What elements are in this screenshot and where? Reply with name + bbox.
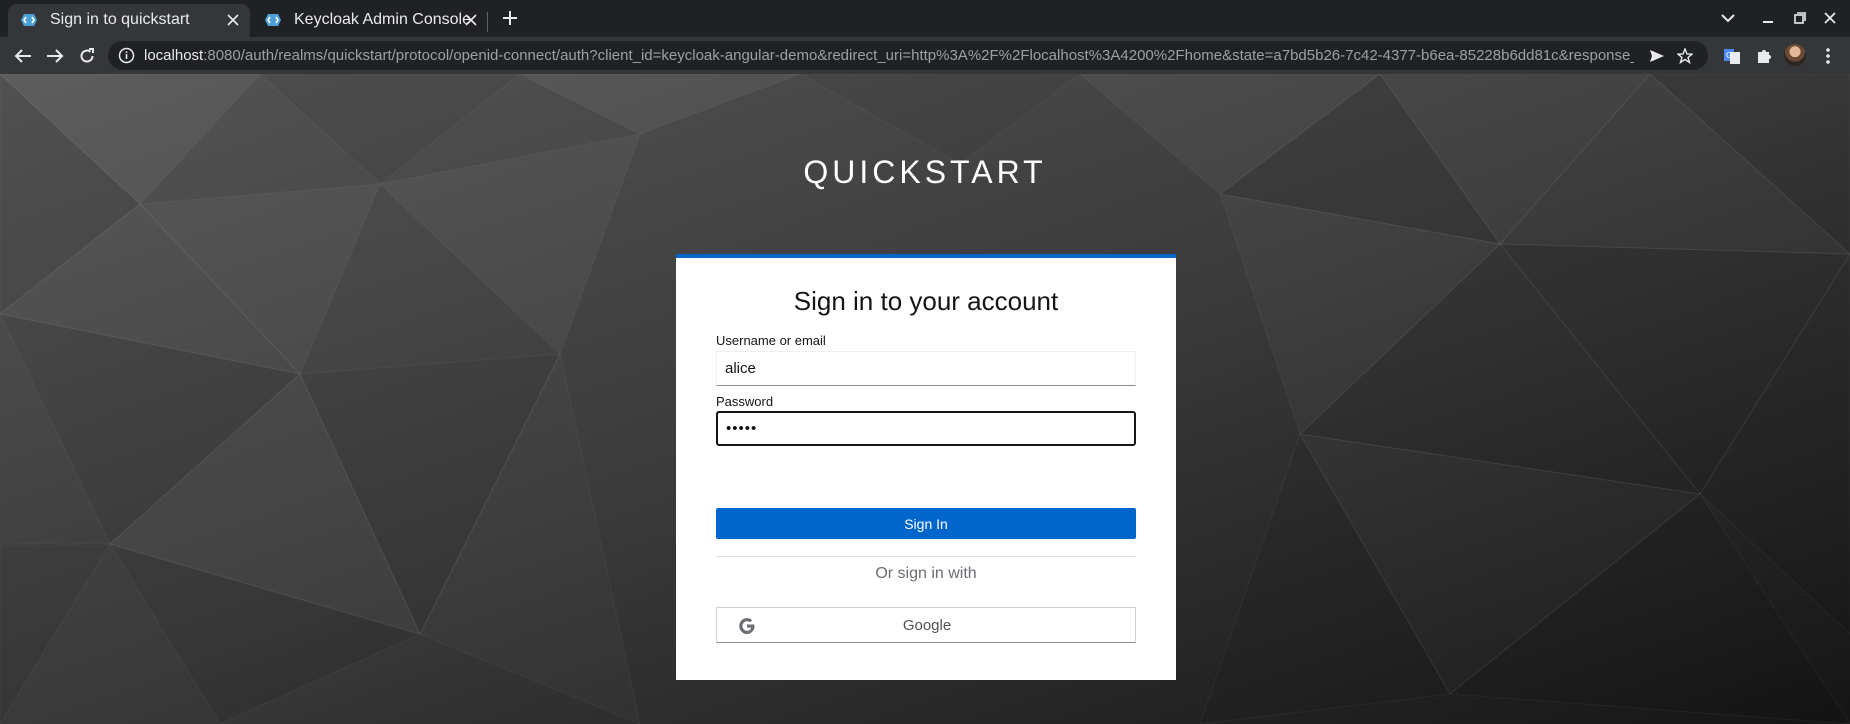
google-label: Google — [902, 617, 952, 634]
keycloak-icon — [21, 14, 37, 26]
translate-extension-icon[interactable]: G — [1722, 46, 1742, 66]
new-tab-button[interactable] — [498, 6, 522, 30]
profile-avatar[interactable] — [1784, 44, 1806, 66]
username-label: Username or email — [716, 333, 826, 348]
plus-icon — [503, 11, 517, 25]
chevron-down-icon — [1721, 14, 1735, 23]
realm-title: QUICKSTART — [803, 154, 1047, 190]
or-sign-in-with-text: Or sign in with — [875, 565, 977, 582]
url-host: localhost — [144, 47, 204, 64]
browser-toolbar: localhost:8080/auth/realms/quickstart/pr… — [0, 37, 1850, 74]
password-label: Password — [716, 394, 774, 409]
minimize-button[interactable] — [1756, 6, 1780, 30]
close-icon — [1824, 12, 1836, 24]
address-bar[interactable]: localhost:8080/auth/realms/quickstart/pr… — [108, 41, 1708, 70]
sign-in-button[interactable]: Sign In — [716, 508, 1136, 539]
close-tab-icon[interactable] — [224, 11, 242, 29]
info-icon[interactable] — [118, 47, 135, 64]
tab-keycloak-admin[interactable]: Keycloak Admin Console — [252, 4, 488, 37]
star-icon[interactable] — [1676, 47, 1694, 65]
reload-button[interactable] — [74, 43, 100, 69]
close-tab-icon[interactable] — [462, 11, 480, 29]
forward-button[interactable] — [42, 43, 68, 69]
divider — [716, 556, 1136, 557]
restore-button[interactable] — [1788, 6, 1812, 30]
back-button[interactable] — [10, 43, 36, 69]
tab-title: Keycloak Admin Console — [294, 11, 471, 28]
minimize-icon — [1763, 21, 1773, 23]
google-sign-in-button[interactable]: Google — [716, 607, 1136, 643]
tab-title: Sign in to quickstart — [50, 11, 190, 28]
browser-tabstrip: Sign in to quickstart Keycloak Admin Con… — [0, 0, 1850, 37]
arrow-left-icon — [14, 49, 31, 63]
svg-text:G: G — [1726, 51, 1732, 60]
keycloak-icon — [265, 14, 281, 26]
restore-icon — [1794, 12, 1806, 24]
send-icon[interactable] — [1648, 47, 1666, 65]
close-window-button[interactable] — [1818, 6, 1842, 30]
kebab-menu-icon[interactable] — [1818, 46, 1838, 66]
login-page: QUICKSTART Sign in to your account Usern… — [0, 74, 1850, 724]
arrow-right-icon — [47, 49, 64, 63]
password-input[interactable]: ••••• — [716, 411, 1136, 446]
tab-search-button[interactable] — [1716, 6, 1740, 30]
url-text[interactable]: localhost:8080/auth/realms/quickstart/pr… — [144, 47, 1634, 64]
url-path: :8080/auth/realms/quickstart/protocol/op… — [203, 47, 1634, 64]
reload-icon — [80, 48, 94, 63]
tab-sign-in[interactable]: Sign in to quickstart — [8, 4, 250, 37]
login-card: Sign in to your account Username or emai… — [676, 254, 1176, 680]
tab-separator — [487, 12, 488, 32]
username-input[interactable] — [716, 351, 1136, 386]
card-title: Sign in to your account — [793, 286, 1059, 316]
puzzle-extensions-icon[interactable] — [1754, 46, 1774, 66]
